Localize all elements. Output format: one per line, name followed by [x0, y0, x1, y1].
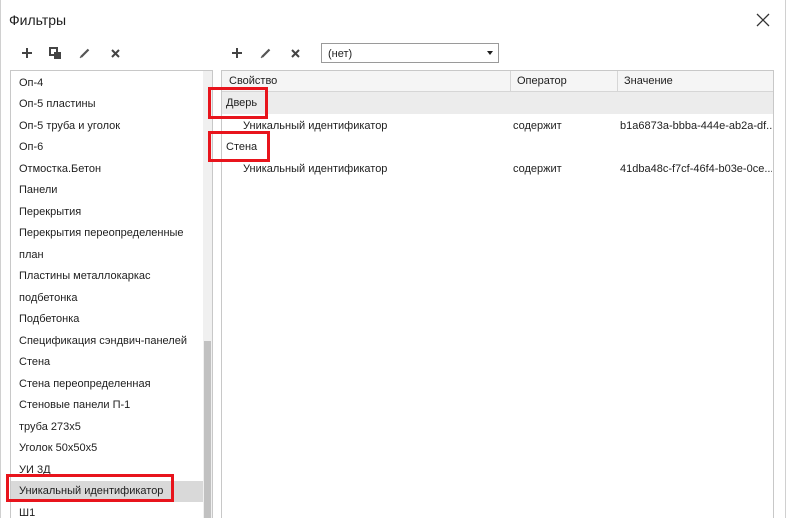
list-scrollbar[interactable]: [203, 71, 212, 518]
rule-operator: содержит: [513, 120, 562, 132]
list-item[interactable]: Стена переопределенная: [11, 374, 203, 395]
plus-icon: [232, 48, 242, 58]
pencil-icon: [79, 48, 90, 59]
rules-toolbar: (нет): [227, 43, 777, 65]
edit-rule-button[interactable]: [256, 43, 276, 63]
add-rule-button[interactable]: [227, 43, 247, 63]
filter-type-select[interactable]: (нет): [321, 43, 499, 63]
list-item[interactable]: Ш1: [11, 503, 203, 518]
list-item[interactable]: Отмостка.Бетон: [11, 159, 203, 180]
copy-icon: [48, 46, 61, 59]
column-divider[interactable]: [510, 71, 511, 91]
rules-table: Свойство Оператор Значение Дверь Уникаль…: [221, 70, 774, 518]
rule-value: 41dba48c-f7cf-46f4-b03e-0ce...: [620, 163, 772, 175]
column-header-property[interactable]: Свойство: [229, 75, 277, 87]
table-header: Свойство Оператор Значение: [222, 71, 773, 92]
delete-x-icon: [290, 48, 300, 58]
title-bar: Фильтры: [1, 0, 785, 40]
table-row[interactable]: Уникальный идентификатор содержит b1a687…: [222, 115, 773, 136]
list-item[interactable]: Стеновые панели П-1: [11, 395, 203, 416]
list-item[interactable]: подбетонка: [11, 288, 203, 309]
add-filter-button[interactable]: [17, 43, 37, 63]
copy-filter-button[interactable]: [45, 43, 65, 63]
list-item[interactable]: Стена: [11, 352, 203, 373]
filter-type-select-value: (нет): [328, 48, 353, 60]
scrollbar-thumb[interactable]: [204, 341, 211, 518]
list-item[interactable]: Подбетонка: [11, 309, 203, 330]
delete-x-icon: [110, 48, 120, 58]
filter-list-toolbar: [9, 43, 209, 65]
list-item[interactable]: Панели: [11, 180, 203, 201]
rule-operator: содержит: [513, 163, 562, 175]
filters-dialog: Фильтры (нет) Оп-4 Оп-5 пластины Оп-5 тр…: [0, 0, 786, 518]
list-item[interactable]: Перекрытия переопределенные: [11, 223, 203, 244]
filter-list[interactable]: Оп-4 Оп-5 пластины Оп-5 труба и уголок О…: [10, 70, 213, 518]
column-header-operator[interactable]: Оператор: [517, 75, 567, 87]
list-item[interactable]: Спецификация сэндвич-панелей: [11, 331, 203, 352]
window-title: Фильтры: [9, 12, 67, 28]
group-name: Стена: [226, 141, 258, 153]
list-item[interactable]: Перекрытия: [11, 202, 203, 223]
list-item[interactable]: Оп-6: [11, 137, 203, 158]
plus-icon: [22, 48, 32, 58]
list-item[interactable]: план: [11, 245, 203, 266]
close-icon[interactable]: [753, 10, 773, 30]
rule-property: Уникальный идентификатор: [243, 120, 388, 132]
rename-filter-button[interactable]: [75, 43, 95, 63]
delete-filter-button[interactable]: [105, 43, 125, 63]
chevron-down-icon: [487, 51, 493, 55]
list-item[interactable]: УИ 3Д: [11, 460, 203, 481]
pencil-icon: [260, 48, 271, 59]
group-name: Дверь: [226, 97, 258, 109]
list-item-selected[interactable]: Уникальный идентификатор: [11, 481, 203, 502]
list-item[interactable]: Оп-5 труба и уголок: [11, 116, 203, 137]
delete-rule-button[interactable]: [285, 43, 305, 63]
group-row[interactable]: Дверь: [222, 92, 773, 114]
rule-property: Уникальный идентификатор: [243, 163, 388, 175]
list-item[interactable]: Пластины металлокаркас: [11, 266, 203, 287]
group-row[interactable]: Стена: [222, 136, 773, 158]
column-header-value[interactable]: Значение: [624, 75, 673, 87]
rule-value: b1a6873a-bbba-444e-ab2a-df...: [620, 120, 772, 132]
list-item[interactable]: труба 273х5: [11, 417, 203, 438]
list-item[interactable]: Оп-4: [11, 73, 203, 94]
column-divider[interactable]: [617, 71, 618, 91]
list-item[interactable]: Оп-5 пластины: [11, 94, 203, 115]
list-item[interactable]: Уголок 50х50х5: [11, 438, 203, 459]
table-row[interactable]: Уникальный идентификатор содержит 41dba4…: [222, 158, 773, 179]
